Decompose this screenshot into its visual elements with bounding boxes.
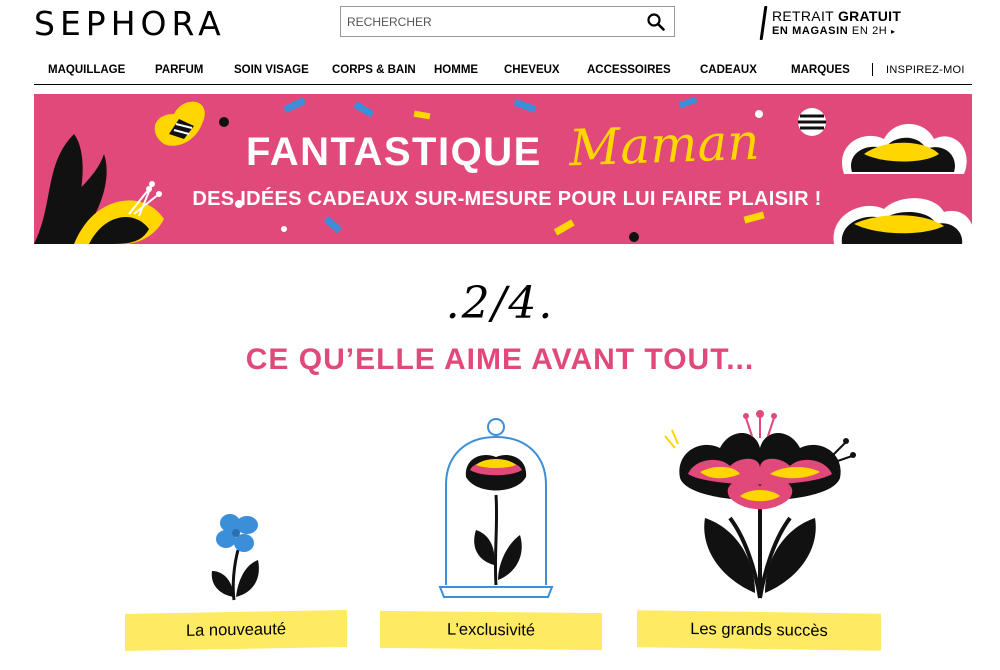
sephora-s-mark-icon bbox=[759, 6, 768, 40]
nav-item-parfum[interactable]: PARFUM bbox=[155, 64, 203, 76]
search-input[interactable] bbox=[341, 7, 641, 36]
search-bar bbox=[340, 6, 675, 37]
nav-item-homme[interactable]: HOMME bbox=[434, 64, 478, 76]
banner-title-script: Maman bbox=[568, 112, 761, 178]
step-indicator: .2/4. bbox=[445, 278, 555, 329]
card-label-exclusivite[interactable]: L’exclusivité bbox=[380, 610, 602, 651]
nav-separator bbox=[872, 63, 873, 76]
search-icon[interactable] bbox=[646, 12, 666, 32]
nav-item-cheveux[interactable]: CHEVEUX bbox=[504, 64, 560, 76]
nav-item-inspirez-moi[interactable]: INSPIREZ-MOI bbox=[886, 64, 965, 76]
chevron-right-icon: ▸ bbox=[891, 27, 896, 36]
banner-subtitle: DES IDÉES CADEAUX SUR-MESURE POUR LUI FA… bbox=[192, 188, 822, 210]
main-nav: MAQUILLAGE PARFUM SOIN VISAGE CORPS & BA… bbox=[34, 60, 972, 85]
section-heading: CE QU’ELLE AIME AVANT TOUT... bbox=[245, 343, 755, 376]
blue-flower-illustration[interactable] bbox=[200, 505, 275, 605]
sephora-logo[interactable]: SEPHORA bbox=[34, 4, 226, 43]
nav-item-marques[interactable]: MARQUES bbox=[791, 64, 850, 76]
nav-item-corps-bain[interactable]: CORPS & BAIN bbox=[332, 64, 416, 76]
card-label-nouveaute[interactable]: La nouveauté bbox=[125, 610, 347, 651]
banner-title: FANTASTIQUE bbox=[246, 130, 542, 174]
bouquet-illustration[interactable] bbox=[660, 408, 860, 603]
nav-item-cadeaux[interactable]: CADEAUX bbox=[700, 64, 757, 76]
flower-in-dome-illustration[interactable] bbox=[436, 415, 556, 605]
card-label-grands-succes[interactable]: Les grands succès bbox=[637, 610, 881, 651]
retrait-line-2: EN MAGASIN EN 2H ▸ bbox=[772, 25, 896, 37]
nav-item-accessoires[interactable]: ACCESSOIRES bbox=[587, 64, 671, 76]
nav-item-soin-visage[interactable]: SOIN VISAGE bbox=[234, 64, 309, 76]
hero-banner[interactable]: FANTASTIQUE Maman DES IDÉES CADEAUX SUR-… bbox=[34, 94, 972, 244]
nav-item-maquillage[interactable]: MAQUILLAGE bbox=[48, 64, 125, 76]
retrait-line-1: RETRAIT GRATUIT bbox=[772, 8, 902, 24]
